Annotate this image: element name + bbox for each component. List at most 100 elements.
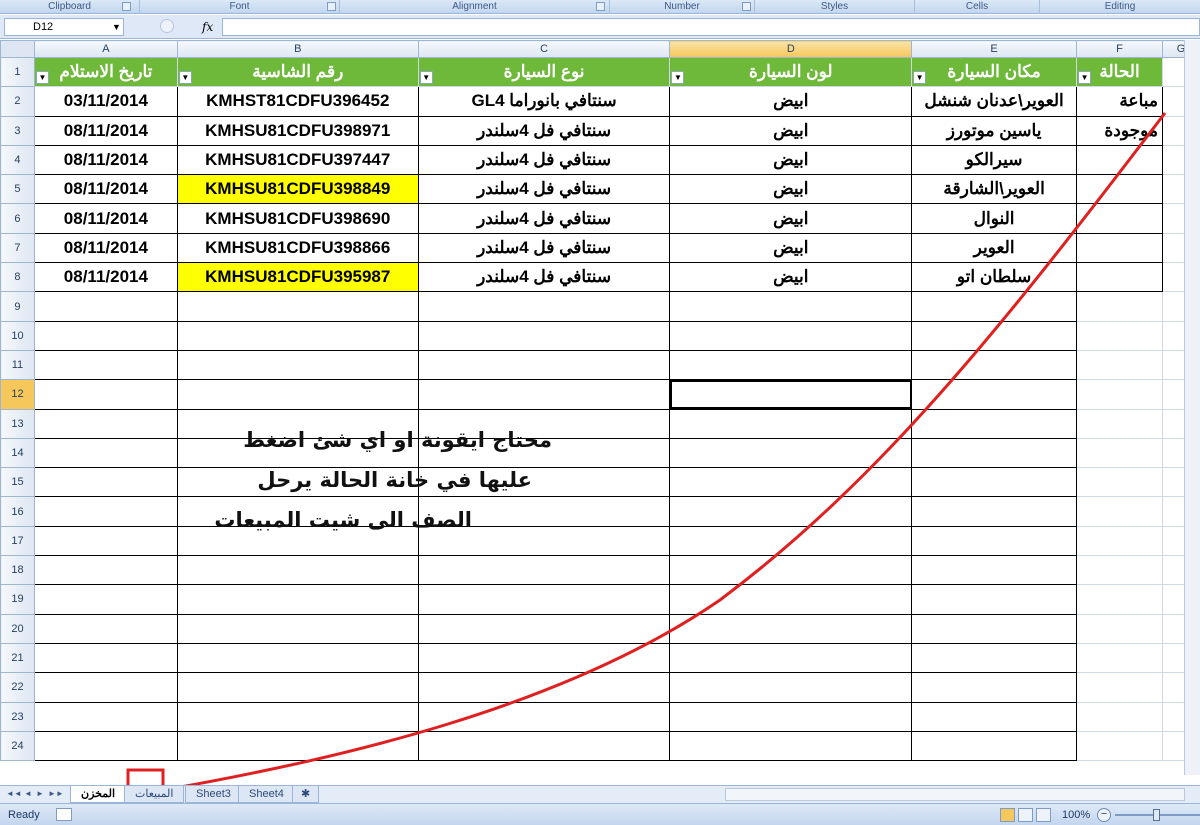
empty-cell[interactable] bbox=[417, 730, 671, 762]
empty-cell[interactable] bbox=[1076, 291, 1163, 322]
empty-cell[interactable] bbox=[176, 349, 419, 381]
cell-chassis[interactable]: KMHST81CDFU396452 bbox=[176, 86, 419, 117]
page-layout-view-icon[interactable] bbox=[1018, 808, 1033, 822]
empty-cell[interactable] bbox=[1076, 584, 1163, 615]
empty-cell[interactable] bbox=[1076, 437, 1163, 469]
column-header-a[interactable]: A bbox=[33, 40, 178, 58]
cell-status[interactable] bbox=[1076, 262, 1163, 293]
empty-cell[interactable] bbox=[33, 291, 178, 322]
filter-dropdown-icon[interactable]: ▼ bbox=[1078, 71, 1092, 85]
cell-location[interactable]: سلطان اتو bbox=[911, 262, 1078, 293]
cell-type[interactable]: سنتافي فل 4سلندر bbox=[417, 115, 671, 146]
empty-cell[interactable] bbox=[1076, 467, 1163, 498]
cell-date[interactable]: 03/11/2014 bbox=[33, 86, 178, 117]
row-header[interactable]: 9 bbox=[0, 291, 35, 322]
column-header-e[interactable]: E bbox=[911, 40, 1078, 58]
row-header[interactable]: 16 bbox=[0, 496, 35, 527]
empty-cell[interactable] bbox=[669, 701, 913, 732]
cell-status[interactable]: موجودة bbox=[1076, 115, 1163, 146]
row-header[interactable]: 1 bbox=[0, 56, 35, 88]
vertical-scrollbar[interactable] bbox=[1184, 40, 1200, 775]
cell-chassis[interactable]: KMHSU81CDFU395987 bbox=[176, 262, 419, 293]
empty-cell[interactable] bbox=[669, 555, 913, 586]
empty-cell[interactable] bbox=[417, 672, 671, 703]
row-header[interactable]: 23 bbox=[0, 701, 35, 732]
empty-cell[interactable] bbox=[33, 584, 178, 615]
empty-cell[interactable] bbox=[33, 613, 178, 644]
sheet-tab-sales[interactable]: المبيعات bbox=[124, 786, 185, 803]
empty-cell[interactable] bbox=[33, 467, 178, 498]
empty-cell[interactable] bbox=[669, 408, 913, 439]
cell-date[interactable]: 08/11/2014 bbox=[33, 115, 178, 146]
cell-location[interactable]: ياسين موتورز bbox=[911, 115, 1078, 146]
cell-chassis[interactable]: KMHSU81CDFU398971 bbox=[176, 115, 419, 146]
row-header[interactable]: 4 bbox=[0, 144, 35, 176]
empty-cell[interactable] bbox=[33, 672, 178, 703]
filter-dropdown-icon[interactable]: ▼ bbox=[671, 71, 685, 85]
row-header[interactable]: 12 bbox=[0, 379, 35, 410]
empty-cell[interactable] bbox=[669, 379, 913, 410]
cell-color[interactable]: ابيض bbox=[669, 144, 913, 176]
empty-cell[interactable] bbox=[669, 525, 913, 557]
row-header[interactable]: 7 bbox=[0, 232, 35, 264]
row-header[interactable]: 11 bbox=[0, 349, 35, 381]
empty-cell[interactable] bbox=[176, 642, 419, 674]
empty-cell[interactable] bbox=[911, 613, 1078, 644]
empty-cell[interactable] bbox=[417, 555, 671, 586]
row-header[interactable]: 24 bbox=[0, 730, 35, 762]
row-header[interactable]: 8 bbox=[0, 262, 35, 293]
empty-cell[interactable] bbox=[911, 584, 1078, 615]
cell-color[interactable]: ابيض bbox=[669, 232, 913, 264]
cell-date[interactable]: 08/11/2014 bbox=[33, 262, 178, 293]
page-break-view-icon[interactable] bbox=[1036, 808, 1051, 822]
empty-cell[interactable] bbox=[33, 525, 178, 557]
cell-color[interactable]: ابيض bbox=[669, 203, 913, 234]
cell-chassis[interactable]: KMHSU81CDFU397447 bbox=[176, 144, 419, 176]
insert-sheet-icon[interactable]: ✱ bbox=[292, 786, 320, 803]
row-header[interactable]: 14 bbox=[0, 437, 35, 469]
empty-cell[interactable] bbox=[33, 555, 178, 586]
macro-record-icon[interactable] bbox=[56, 808, 72, 821]
filter-dropdown-icon[interactable]: ▼ bbox=[419, 71, 433, 85]
empty-cell[interactable] bbox=[1076, 496, 1163, 527]
dialog-launcher-icon[interactable] bbox=[596, 2, 605, 11]
cell-status[interactable] bbox=[1076, 174, 1163, 205]
empty-cell[interactable] bbox=[1076, 379, 1163, 410]
cell-date[interactable]: 08/11/2014 bbox=[33, 232, 178, 264]
dialog-launcher-icon[interactable] bbox=[742, 2, 751, 11]
empty-cell[interactable] bbox=[176, 701, 419, 732]
cell-color[interactable]: ابيض bbox=[669, 115, 913, 146]
cell-date[interactable]: 08/11/2014 bbox=[33, 203, 178, 234]
empty-cell[interactable] bbox=[1076, 320, 1163, 351]
formula-input[interactable] bbox=[222, 18, 1200, 36]
empty-cell[interactable] bbox=[33, 349, 178, 381]
empty-cell[interactable] bbox=[669, 291, 913, 322]
select-all-corner[interactable] bbox=[0, 40, 35, 58]
cell-chassis[interactable]: KMHSU81CDFU398849 bbox=[176, 174, 419, 205]
empty-cell[interactable] bbox=[1076, 525, 1163, 557]
zoom-level[interactable]: 100% bbox=[1062, 807, 1090, 823]
empty-cell[interactable] bbox=[1076, 701, 1163, 732]
empty-cell[interactable] bbox=[911, 555, 1078, 586]
empty-cell[interactable] bbox=[911, 525, 1078, 557]
cell-type[interactable]: سنتافي فل 4سلندر bbox=[417, 174, 671, 205]
empty-cell[interactable] bbox=[417, 613, 671, 644]
empty-cell[interactable] bbox=[1076, 730, 1163, 762]
empty-cell[interactable] bbox=[669, 642, 913, 674]
cancel-icon[interactable] bbox=[160, 19, 174, 33]
empty-cell[interactable] bbox=[1076, 613, 1163, 644]
empty-cell[interactable] bbox=[911, 320, 1078, 351]
empty-cell[interactable] bbox=[33, 701, 178, 732]
cell-color[interactable]: ابيض bbox=[669, 262, 913, 293]
empty-cell[interactable] bbox=[33, 320, 178, 351]
filter-dropdown-icon[interactable]: ▼ bbox=[178, 71, 192, 85]
empty-cell[interactable] bbox=[669, 320, 913, 351]
cell-color[interactable]: ابيض bbox=[669, 86, 913, 117]
filter-dropdown-icon[interactable]: ▼ bbox=[913, 71, 927, 85]
cell-type[interactable]: سنتافي فل 4سلندر bbox=[417, 262, 671, 293]
empty-cell[interactable] bbox=[417, 349, 671, 381]
cell-date[interactable]: 08/11/2014 bbox=[33, 144, 178, 176]
filter-dropdown-icon[interactable]: ▼ bbox=[35, 71, 49, 85]
empty-cell[interactable] bbox=[911, 467, 1078, 498]
cell-date[interactable]: 08/11/2014 bbox=[33, 174, 178, 205]
